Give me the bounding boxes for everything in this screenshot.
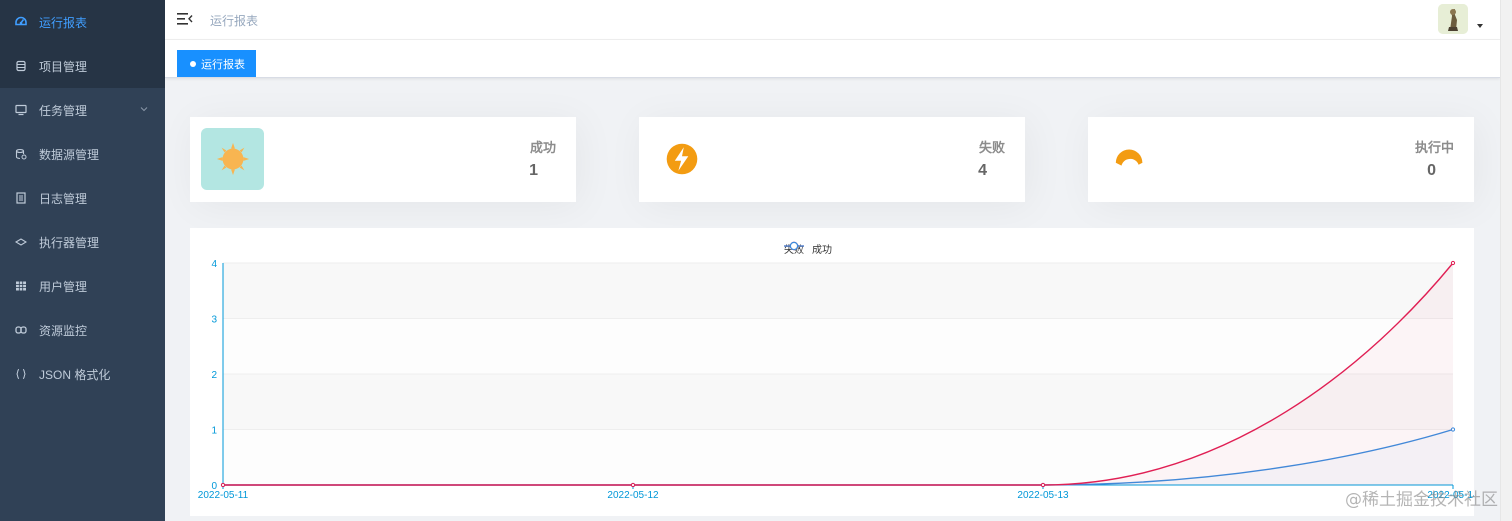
sidebar-item-label: 执行器管理 (39, 235, 100, 250)
scrollbar[interactable] (1500, 0, 1512, 521)
datasource-icon (14, 147, 28, 161)
sidebar-item-label: 日志管理 (39, 191, 88, 206)
document-icon (14, 191, 28, 205)
hamburger-icon[interactable] (177, 12, 193, 26)
sidebar-item-executor[interactable]: 执行器管理 (0, 220, 165, 264)
y-tick-label: 3 (211, 315, 217, 326)
sidebar-item-label: 数据源管理 (39, 147, 100, 162)
sidebar-item-label: 资源监控 (39, 323, 88, 338)
sidebar-item-project[interactable]: 项目管理 (0, 44, 165, 88)
stat-panel-running: 执行中 0 (1088, 117, 1474, 202)
sidebar: 运行报表 项目管理 任务管理 数据源管理 日志管理 执行器管理 用户管理 资源监… (0, 0, 165, 521)
stat-panel-success: 成功 1 (190, 117, 576, 202)
dot-icon (190, 60, 196, 67)
sidebar-item-task[interactable]: 任务管理 (0, 88, 165, 132)
data-point (630, 482, 636, 488)
dashboard-icon (14, 15, 28, 29)
breadcrumb: 运行报表 (210, 14, 259, 28)
y-tick-label: 2 (211, 370, 217, 381)
chart-canvas: 012342022-05-11 2022-05-12 2022-05-13 2022-… (198, 259, 1474, 501)
sidebar-item-user[interactable]: 用户管理 (0, 264, 165, 308)
line-chart: 失败 成功 0 1 2 3 4 2022-05-11 2022-05-12 2022-05-1… (190, 228, 1474, 516)
stat-label: 成功 (529, 140, 556, 155)
data-point (220, 482, 226, 488)
data-point (1450, 260, 1456, 266)
sidebar-item-json[interactable]: JSON 格式化 (0, 352, 165, 396)
stat-panel-failure: 失败 4 (639, 117, 1025, 202)
half-sun-icon (1099, 128, 1162, 190)
lightning-icon (650, 128, 713, 190)
braces-icon (14, 367, 28, 381)
caret-down-icon[interactable] (1477, 24, 1483, 28)
x-tick-label: 2022-05-12 (607, 490, 659, 501)
sidebar-item-monitor[interactable]: 资源监控 (0, 308, 165, 352)
x-tick-label: 2022-05-13 (1017, 490, 1069, 501)
x-tick-label: 2022-05-11 (198, 490, 249, 501)
y-tick-label: 4 (211, 259, 217, 270)
grid-band (223, 318, 1453, 374)
sun-icon (201, 128, 264, 190)
sidebar-item-label: 用户管理 (39, 279, 88, 294)
tag-label: 运行报表 (201, 58, 245, 71)
avatar[interactable] (1438, 4, 1468, 34)
executor-icon (14, 235, 28, 249)
stat-value: 0 (1427, 162, 1436, 179)
grid-band (223, 374, 1453, 430)
monitor-icon (14, 103, 28, 117)
tags-view: 运行报表 (165, 40, 1500, 78)
sidebar-item-label: JSON 格式化 (39, 367, 111, 382)
watermark: @稀土掘金技术社区 (1345, 490, 1498, 510)
stat-value: 1 (529, 162, 538, 179)
stat-value: 4 (978, 162, 987, 179)
stat-label: 执行中 (1414, 140, 1454, 155)
sidebar-item-label: 运行报表 (39, 15, 88, 30)
table-icon (14, 279, 28, 293)
sidebar-item-report[interactable]: 运行报表 (0, 0, 165, 44)
y-tick-label: 1 (211, 426, 217, 437)
sidebar-item-label: 任务管理 (39, 103, 88, 118)
database-icon (14, 59, 28, 73)
sidebar-item-datasource[interactable]: 数据源管理 (0, 132, 165, 176)
grid-band (223, 263, 1453, 319)
stat-label: 失败 (978, 140, 1005, 155)
sidebar-item-log[interactable]: 日志管理 (0, 176, 165, 220)
sidebar-item-label: 项目管理 (39, 59, 88, 74)
chevron-down-icon (140, 107, 148, 112)
navbar: 运行报表 (165, 0, 1500, 40)
data-point (1040, 482, 1046, 488)
link-icon (14, 323, 28, 337)
tag-report[interactable]: 运行报表 (177, 50, 256, 77)
